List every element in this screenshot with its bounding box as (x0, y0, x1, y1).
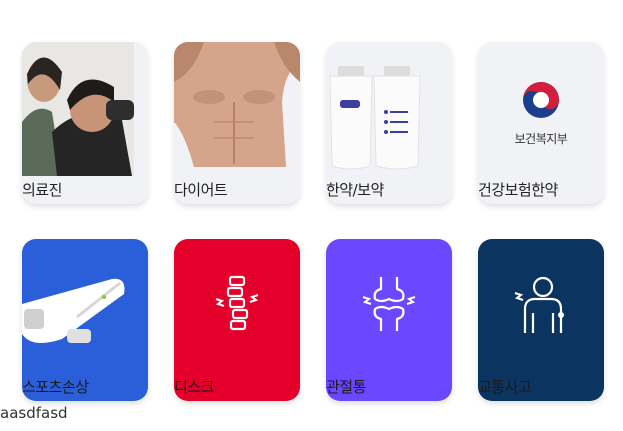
category-card-medical-staff[interactable]: 의료진 (22, 42, 148, 204)
category-card-herbal[interactable]: 한약/보약 (326, 42, 452, 204)
category-card-traffic-accident[interactable]: 교통사고 (478, 239, 604, 401)
category-label: 의료진 (22, 181, 62, 199)
accident-body-icon (514, 276, 564, 333)
category-card-disc[interactable]: 디스크 (174, 239, 300, 401)
category-card-diet[interactable]: 다이어트 (174, 42, 300, 204)
category-label: 교통사고 (478, 378, 532, 396)
mohw-logo-text: 보건복지부 (514, 132, 568, 146)
category-label: 한약/보약 (326, 181, 384, 199)
footer-text: aasdfasd (0, 404, 68, 422)
category-label: 스포츠손상 (22, 378, 89, 396)
spine-icon (215, 275, 259, 331)
category-label: 디스크 (174, 378, 214, 396)
category-card-sports-injury[interactable]: 스포츠손상 (22, 239, 148, 401)
medical-staff-photo (22, 42, 134, 176)
category-label: 건강보험한약 (478, 181, 558, 199)
mohw-logo-icon (523, 82, 559, 118)
diet-body-photo (174, 42, 300, 167)
category-grid: 의료진 다이어트 한약/보약 보건복지부 건강보험한약 스포츠손상 디스크 관절… (22, 42, 604, 401)
category-card-joint-pain[interactable]: 관절통 (326, 239, 452, 401)
category-label: 관절통 (326, 378, 366, 396)
joint-pain-icon (362, 277, 416, 331)
sports-injury-device-icon (22, 278, 125, 343)
category-card-health-insurance[interactable]: 보건복지부 건강보험한약 (478, 42, 604, 204)
category-label: 다이어트 (174, 181, 228, 199)
herbal-pouch-photo (329, 66, 421, 170)
